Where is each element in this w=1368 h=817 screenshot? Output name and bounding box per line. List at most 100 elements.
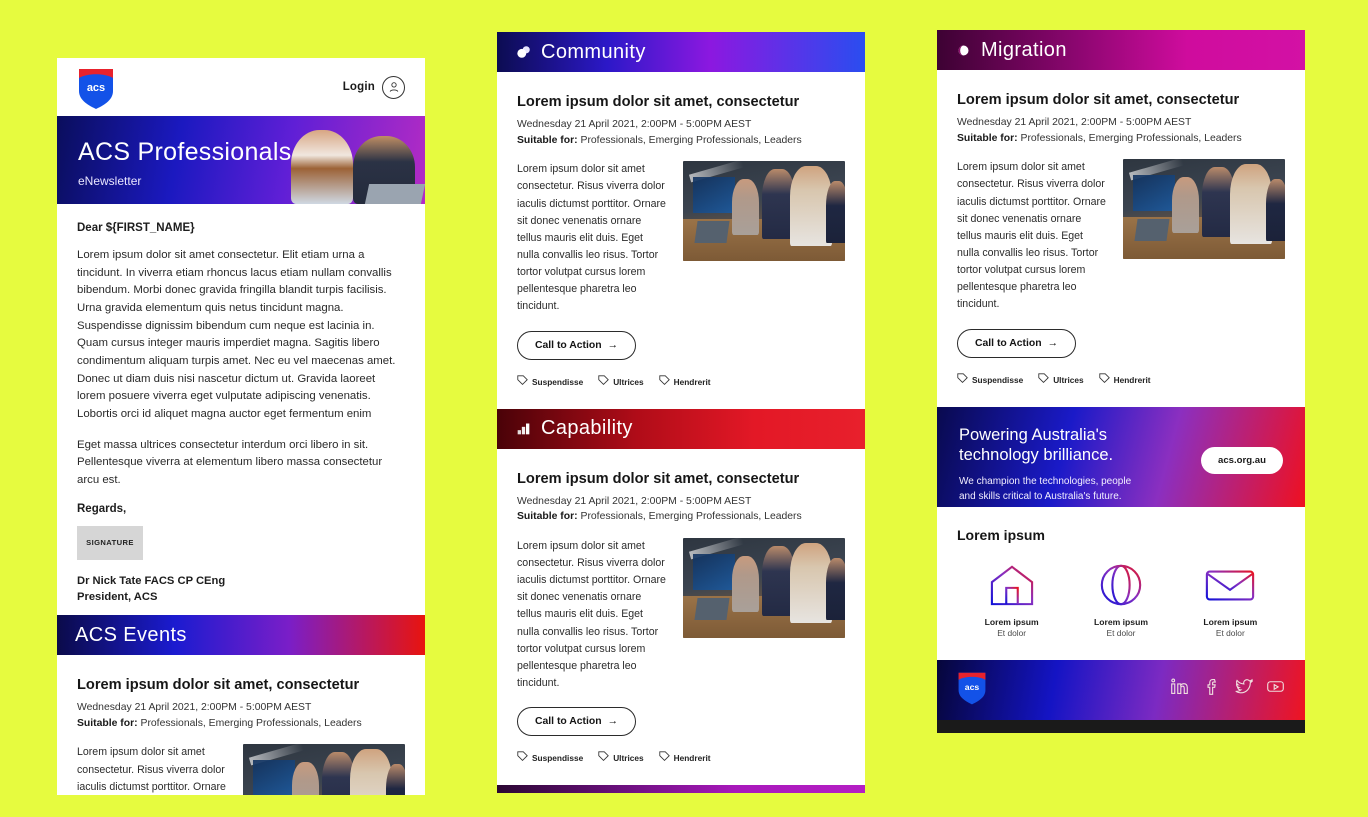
signer-title: President, ACS xyxy=(77,590,158,603)
tag-icon xyxy=(598,749,610,767)
letter-paragraph-2: Eget massa ultrices consectetur interdum… xyxy=(77,438,383,487)
section-title: ACS Events xyxy=(75,623,187,646)
feature-item[interactable]: Lorem ipsum Et dolor xyxy=(1066,559,1175,638)
tag-label: Hendrerit xyxy=(673,753,711,764)
tag-item[interactable]: Hendrerit xyxy=(1098,371,1151,389)
tag-item[interactable]: Ultrices xyxy=(598,373,644,391)
community-circles-icon xyxy=(515,44,532,61)
event-audience-value: Professionals, Emerging Professionals, L… xyxy=(137,717,362,729)
tag-item[interactable]: Ultrices xyxy=(1038,371,1084,389)
promo-website-button[interactable]: acs.org.au xyxy=(1201,446,1283,474)
event-card-capability: Lorem ipsum dolor sit amet, consectetur … xyxy=(497,449,865,786)
event-audience: Suitable for: Professionals, Emerging Pr… xyxy=(517,133,845,149)
feature-subtitle: Et dolor xyxy=(997,627,1027,638)
tag-icon xyxy=(598,373,610,391)
call-to-action-button[interactable]: Call to Action → xyxy=(957,328,1076,358)
tag-item[interactable]: Hendrerit xyxy=(658,373,711,391)
tag-list: Suspendisse Ultrices Hendrerit xyxy=(517,373,845,391)
tag-icon xyxy=(1038,371,1050,389)
twitter-icon[interactable] xyxy=(1234,677,1253,701)
cta-label: Call to Action xyxy=(975,337,1042,349)
social-icon-group xyxy=(1170,677,1285,701)
event-body-row: Lorem ipsum dolor sit amet consectetur. … xyxy=(517,537,845,692)
section-header-career: Career xyxy=(497,785,865,793)
bar-chart-icon xyxy=(515,420,532,437)
tag-item[interactable]: Ultrices xyxy=(598,749,644,767)
event-title: Lorem ipsum dolor sit amet, consectetur xyxy=(517,94,800,110)
event-title: Lorem ipsum dolor sit amet, consectetur xyxy=(77,677,360,694)
tag-item[interactable]: Hendrerit xyxy=(658,749,711,767)
tag-item[interactable]: Suspendisse xyxy=(517,749,583,767)
tag-icon xyxy=(957,371,968,389)
event-title: Lorem ipsum dolor sit amet, consectetur xyxy=(517,470,800,487)
tag-list: Suspendisse Ultrices Hendrerit xyxy=(517,749,845,767)
section-title: Capability xyxy=(541,417,633,440)
login-button[interactable]: Login xyxy=(342,75,405,99)
call-to-action-button[interactable]: Call to Action → xyxy=(517,707,636,737)
social-bar: acs xyxy=(937,659,1305,720)
user-icon xyxy=(382,75,405,99)
youtube-icon[interactable] xyxy=(1266,677,1285,701)
features-row: Lorem ipsum Et dolor Lorem ipsum Et dolo… xyxy=(957,559,1285,638)
tag-label: Ultrices xyxy=(613,753,644,764)
tag-item[interactable]: Suspendisse xyxy=(517,373,583,391)
event-datetime: Wednesday 21 April 2021, 2:00PM - 5:00PM… xyxy=(957,117,1192,128)
signature-label: SIGNATURE xyxy=(86,538,134,548)
meeting-room-photo xyxy=(683,537,845,638)
features-heading: Lorem ipsum xyxy=(957,526,1045,543)
signature-placeholder: SIGNATURE xyxy=(77,525,143,560)
feature-title: Lorem ipsum xyxy=(1094,616,1148,627)
promo-subtext-line-2: and skills critical to Australia's futur… xyxy=(959,490,1122,502)
feature-title: Lorem ipsum xyxy=(984,616,1039,627)
tag-icon xyxy=(1098,371,1110,389)
section-header-community: Community xyxy=(497,32,865,72)
event-audience-value: Professionals, Emerging Professionals, L… xyxy=(577,511,802,523)
event-audience-label: Suitable for: xyxy=(517,134,578,146)
feature-item[interactable]: Lorem ipsum Et dolor xyxy=(957,559,1066,638)
facebook-icon[interactable] xyxy=(1202,677,1221,701)
event-description: Lorem ipsum dolor sit amet consectetur. … xyxy=(517,539,666,690)
promo-subtext-line-1: We champion the technologies, people xyxy=(959,475,1132,487)
section-title: Migration xyxy=(981,38,1067,61)
acs-logo-icon[interactable]: acs xyxy=(77,65,115,109)
right-email-column: Migration Lorem ipsum dolor sit amet, co… xyxy=(937,30,1305,733)
hero-text-block: ACS Professionals eNewsletter xyxy=(78,138,292,188)
tag-label: Suspendisse xyxy=(532,753,584,764)
event-body-row: Lorem ipsum dolor sit amet consectetur. … xyxy=(517,161,845,315)
event-description: Lorem ipsum dolor sit amet consectetur. … xyxy=(957,161,1106,311)
event-audience-value: Professionals, Emerging Professionals, L… xyxy=(1017,132,1242,144)
feature-subtitle: Et dolor xyxy=(1215,627,1245,638)
hero-banner: ACS Professionals eNewsletter xyxy=(57,116,425,204)
event-audience: Suitable for: Professionals, Emerging Pr… xyxy=(957,131,1285,147)
section-header-migration: Migration xyxy=(937,30,1305,70)
meeting-room-photo xyxy=(683,161,845,262)
dark-footer: Lorem ipsum Lorem ipsum dolor sit amet c… xyxy=(937,719,1305,733)
linkedin-icon[interactable] xyxy=(1170,677,1189,701)
envelope-icon xyxy=(1176,559,1285,611)
tag-item[interactable]: Suspendisse xyxy=(957,371,1023,389)
promo-heading-line-1: Powering Australia's xyxy=(959,425,1108,444)
letter-paragraph-1: Lorem ipsum dolor sit amet consectetur. … xyxy=(77,249,396,421)
tag-list: Suspendisse Ultrices Hendrerit xyxy=(957,371,1285,389)
globe-sphere-icon xyxy=(955,42,972,59)
event-card-community: Lorem ipsum dolor sit amet, consectetur … xyxy=(497,72,865,409)
event-audience-label: Suitable for: xyxy=(517,511,578,523)
tag-label: Hendrerit xyxy=(673,376,711,387)
acs-logo-icon[interactable]: acs xyxy=(957,669,987,705)
tag-label: Suspendisse xyxy=(532,376,584,387)
svg-text:acs: acs xyxy=(965,682,980,692)
login-label: Login xyxy=(342,81,375,93)
tag-icon xyxy=(517,373,528,391)
globe-icon xyxy=(1066,559,1175,611)
cta-label: Call to Action xyxy=(535,716,602,728)
event-datetime: Wednesday 21 April 2021, 2:00PM - 5:00PM… xyxy=(517,495,752,507)
tag-icon xyxy=(658,373,670,391)
event-description: Lorem ipsum dolor sit amet consectetur. … xyxy=(77,746,226,793)
feature-item[interactable]: Lorem ipsum Et dolor xyxy=(1176,559,1285,638)
call-to-action-button[interactable]: Call to Action → xyxy=(517,330,636,360)
home-icon xyxy=(957,559,1066,611)
event-description: Lorem ipsum dolor sit amet consectetur. … xyxy=(517,163,666,313)
tag-label: Ultrices xyxy=(1053,374,1084,385)
left-email-column: acs Login ACS Professionals eNewsletter xyxy=(57,58,425,795)
signer-name: Dr Nick Tate FACS CP CEng xyxy=(77,574,226,587)
